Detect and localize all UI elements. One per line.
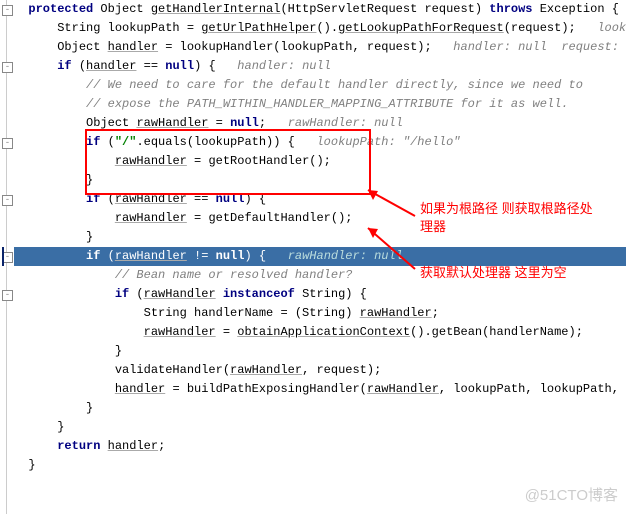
code-line: Object handler = lookupHandler(lookupPat… (14, 38, 626, 57)
code-line: protected Object getHandlerInternal(Http… (14, 0, 626, 19)
code-line: validateHandler(rawHandler, request); (14, 361, 626, 380)
fold-icon[interactable]: - (2, 62, 13, 73)
code-line: } (14, 171, 626, 190)
watermark: @51CTO博客 (525, 484, 618, 508)
fold-icon[interactable]: - (2, 195, 13, 206)
text-cursor (2, 247, 4, 266)
code-line: // We need to care for the default handl… (14, 76, 626, 95)
code-line: rawHandler = getRootHandler(); (14, 152, 626, 171)
fold-icon[interactable]: - (2, 138, 13, 149)
code-line: if (rawHandler instanceof String) { (14, 285, 626, 304)
code-line: Object rawHandler = null; rawHandler: nu… (14, 114, 626, 133)
code-line: String handlerName = (String) rawHandler… (14, 304, 626, 323)
code-line: if (handler == null) { handler: null (14, 57, 626, 76)
code-line: } (14, 456, 626, 475)
fold-icon[interactable]: - (2, 290, 13, 301)
code-line: return handler; (14, 437, 626, 456)
fold-icon[interactable]: - (2, 5, 13, 16)
code-line: rawHandler = obtainApplicationContext().… (14, 323, 626, 342)
code-line: } (14, 399, 626, 418)
code-editor[interactable]: protected Object getHandlerInternal(Http… (14, 0, 626, 475)
code-line: handler = buildPathExposingHandler(rawHa… (14, 380, 626, 399)
code-line: if ("/".equals(lookupPath)) { lookupPath… (14, 133, 626, 152)
annotation-text: 获取默认处理器 这里为空 (420, 264, 620, 282)
code-line: // expose the PATH_WITHIN_HANDLER_MAPPIN… (14, 95, 626, 114)
annotation-text: 如果为根路径 则获取根路径处理器 (420, 200, 600, 236)
code-line: } (14, 418, 626, 437)
code-line: String lookupPath = getUrlPathHelper().g… (14, 19, 626, 38)
code-line: } (14, 342, 626, 361)
